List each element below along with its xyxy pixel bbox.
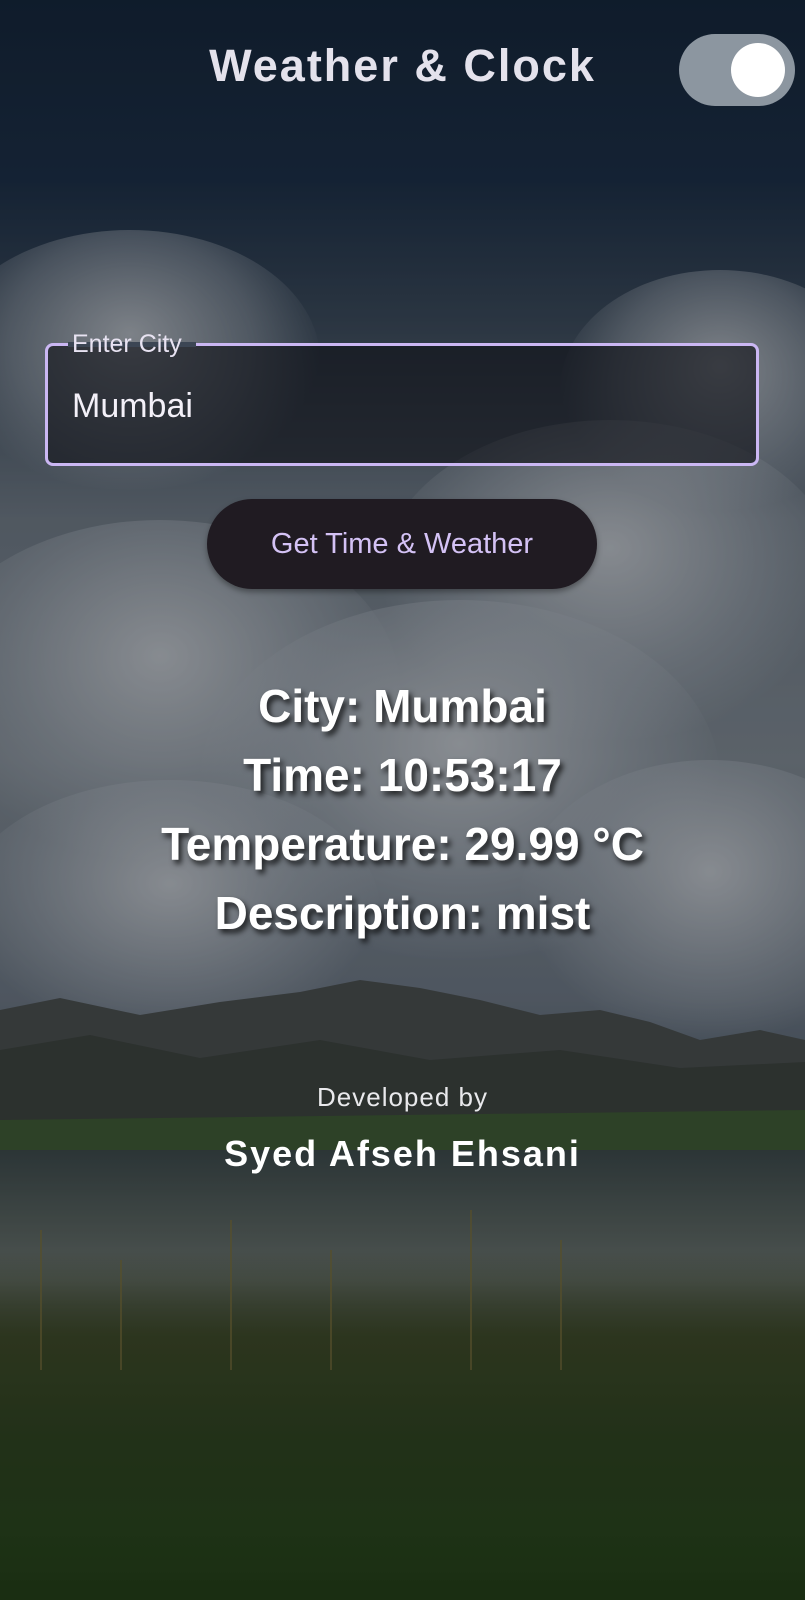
result-time: Time: 10:53:17 <box>243 749 562 801</box>
city-input-label: Enter City <box>64 329 190 359</box>
city-input[interactable] <box>72 378 712 434</box>
result-city: City: Mumbai <box>258 680 547 732</box>
city-input-field[interactable]: Enter City <box>45 329 759 466</box>
weather-results: City: Mumbai Time: 10:53:17 Temperature:… <box>0 672 805 948</box>
toggle-thumb[interactable] <box>731 43 785 97</box>
developer-name: Syed Afseh Ehsani <box>224 1133 581 1174</box>
theme-toggle-switch[interactable] <box>679 34 795 106</box>
result-description: Description: mist <box>214 887 591 939</box>
developed-by-label: Developed by <box>317 1082 488 1112</box>
app-screen: Weather & Clock Enter City Get Time & We… <box>0 0 805 1600</box>
result-temperature: Temperature: 29.99 °C <box>161 818 644 870</box>
get-time-weather-button[interactable]: Get Time & Weather <box>207 499 597 589</box>
